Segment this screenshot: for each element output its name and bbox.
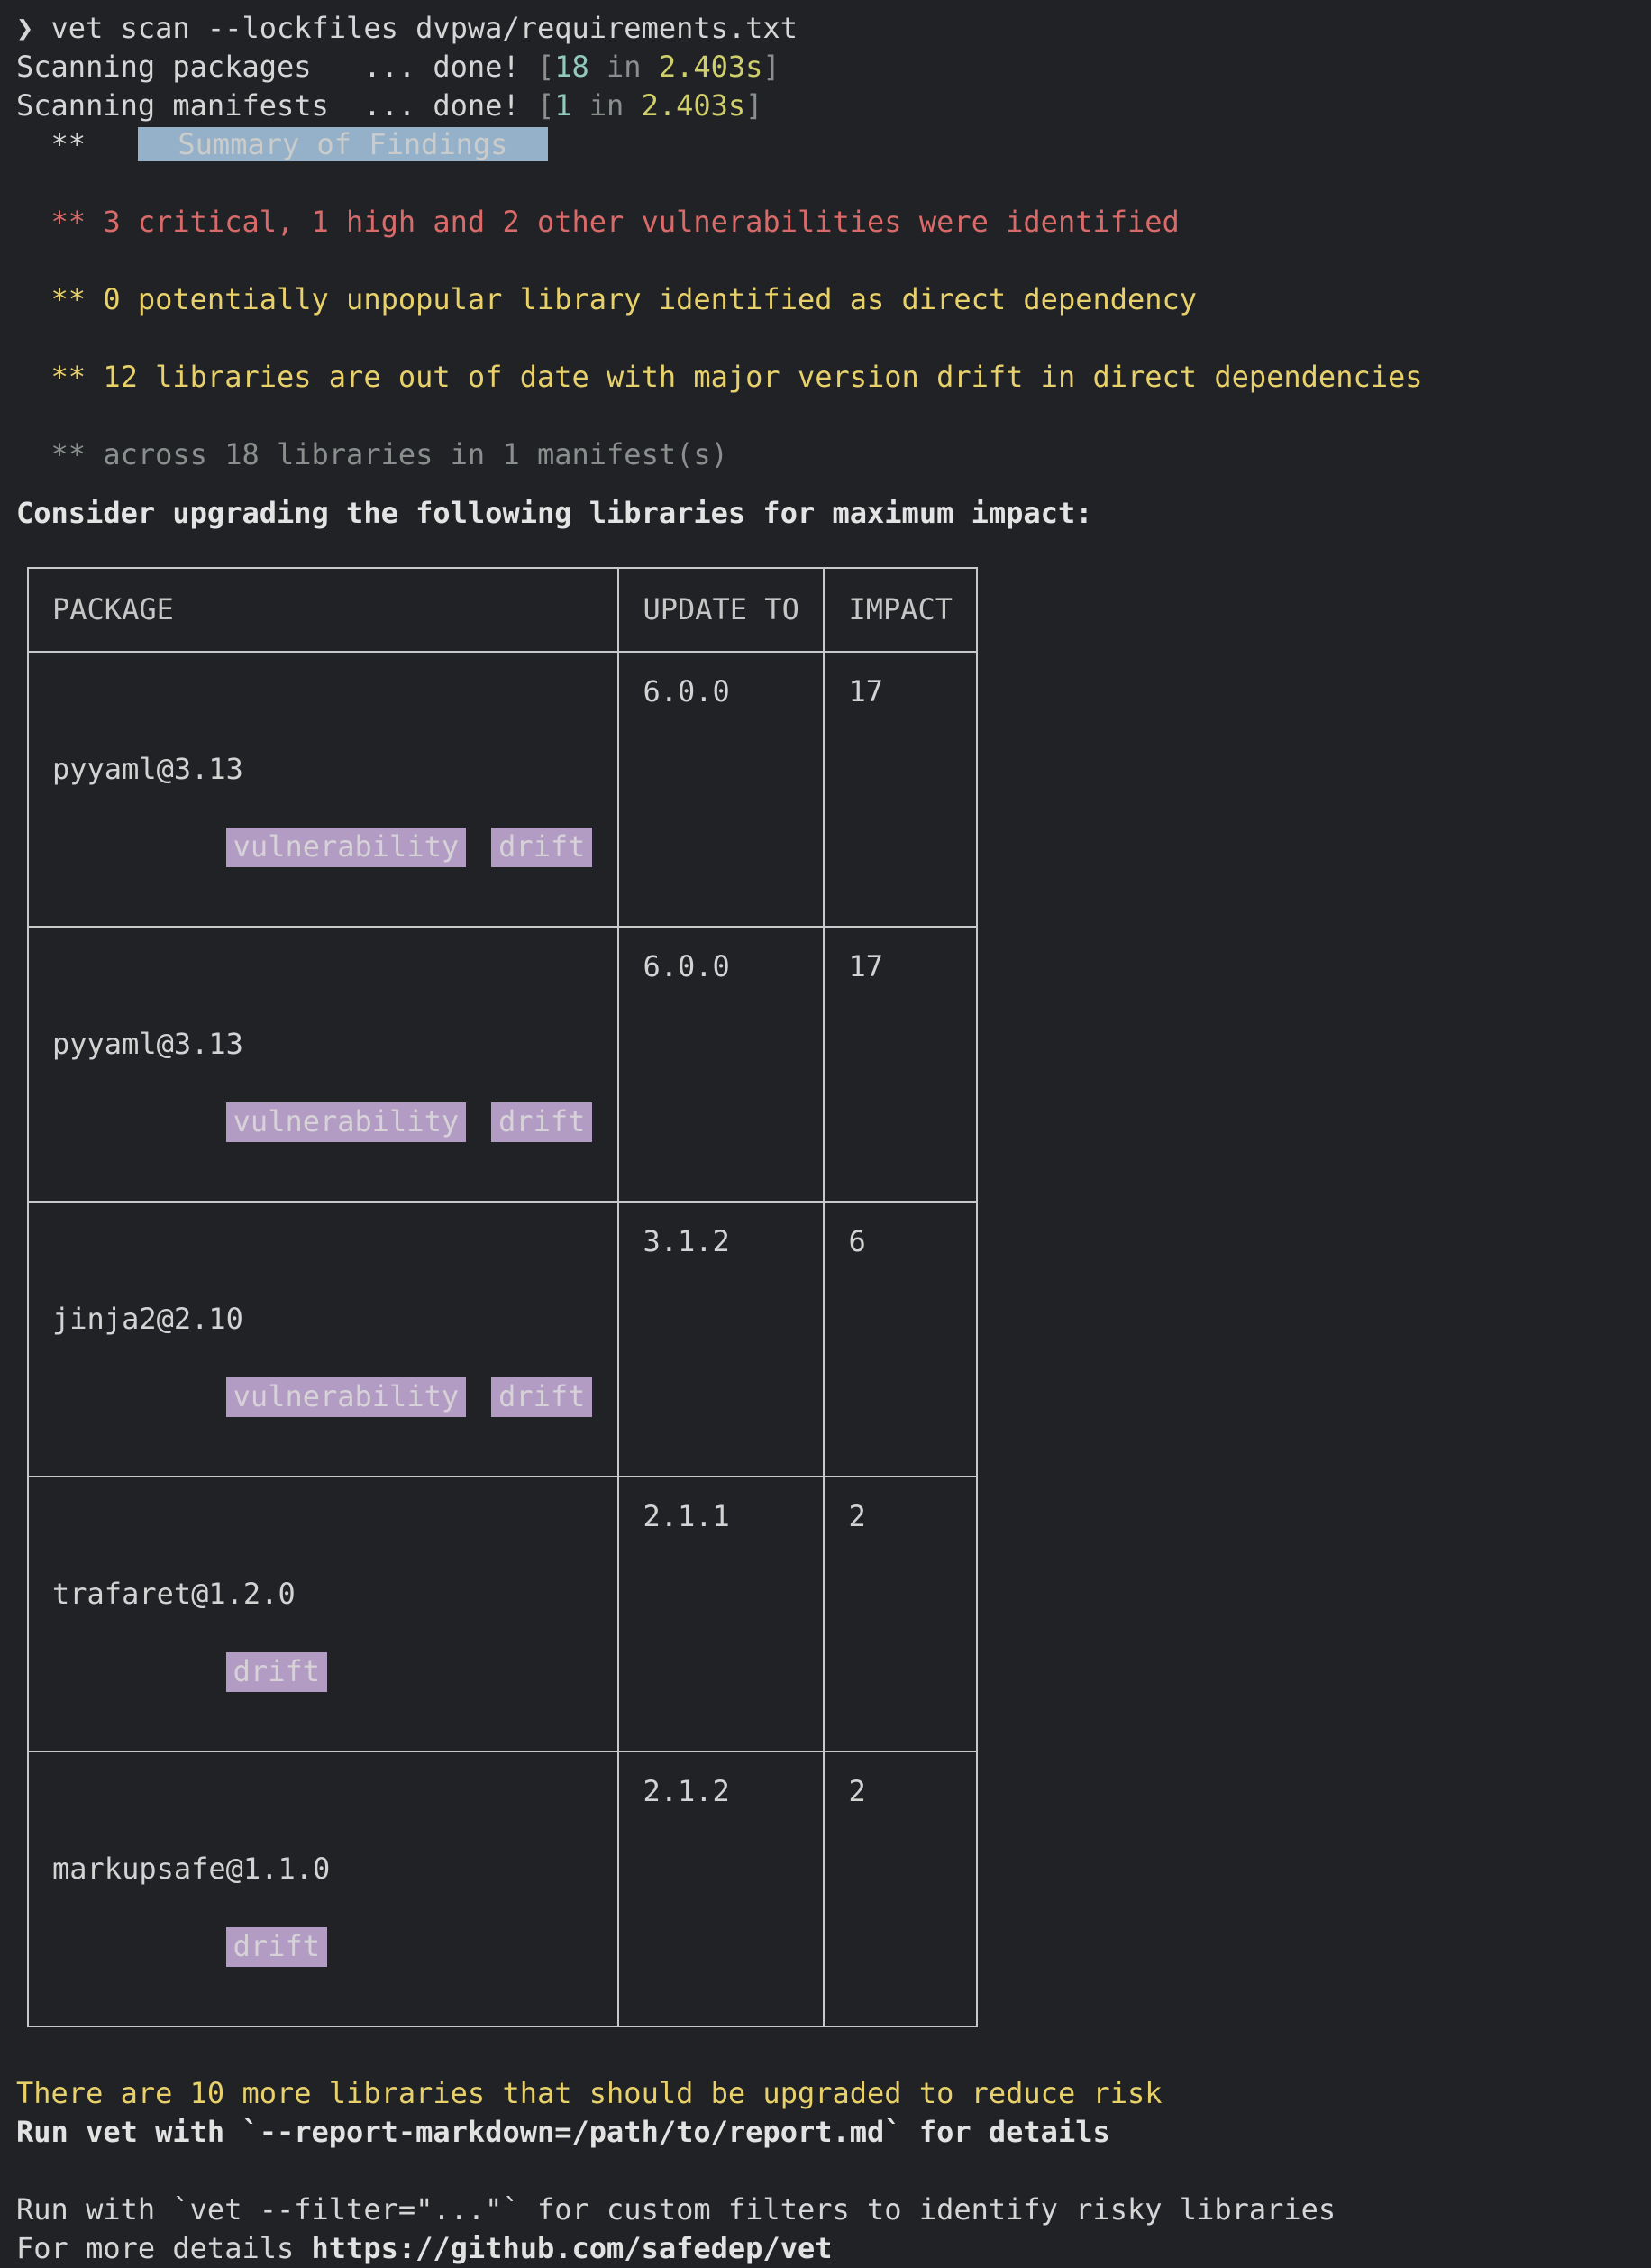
cell-package: pyyaml@3.13 vulnerability drift	[28, 652, 618, 927]
tag-vulnerability: vulnerability	[226, 828, 466, 867]
package-tags: vulnerabilitydrift	[226, 1379, 618, 1413]
cell-update-to: 3.1.2	[618, 1202, 824, 1477]
summary-marker: **	[51, 127, 87, 161]
upgrade-table: PACKAGE UPDATE TO IMPACT pyyaml@3.13 vul…	[27, 567, 978, 2027]
tag-drift: drift	[491, 1102, 592, 1142]
package-tags: drift	[226, 1929, 352, 1963]
cell-impact: 2	[824, 1751, 977, 2026]
cell-package: pyyaml@3.13 vulnerability drift	[28, 927, 618, 1202]
spacer	[16, 319, 1651, 358]
table-row: pyyaml@3.13 vulnerability drift 6.0.0 17	[28, 927, 977, 1202]
scan-line-manifests: Scanning manifests ... done! [1 in 2.403…	[16, 87, 1651, 125]
cell-impact: 17	[824, 652, 977, 927]
package-tags: vulnerability drift	[226, 829, 618, 864]
finding-unpopular-library: ** 0 potentially unpopular library ident…	[16, 280, 1651, 319]
package-name: pyyaml@3.13	[52, 1025, 617, 1064]
scan-label: Scanning manifests ... done!	[16, 88, 537, 123]
terminal-output: ❯ vet scan --lockfiles dvpwa/requirement…	[0, 0, 1651, 533]
cell-update-to: 2.1.2	[618, 1751, 824, 2026]
finding-marker: **	[51, 437, 87, 471]
finding-text: 3 critical, 1 high and 2 other vulnerabi…	[86, 205, 1180, 239]
package-tags: vulnerability drift	[226, 1104, 618, 1139]
summary-title: Summary of Findings	[138, 127, 548, 161]
package-name: markupsafe@1.1.0	[52, 1850, 617, 1888]
table-row: trafaret@1.2.0 drift 2.1.1 2	[28, 1477, 977, 1751]
table-row: jinja2@2.10 vulnerabilitydrift 3.1.2 6	[28, 1202, 977, 1477]
scan-duration: 2.403s	[659, 50, 763, 84]
command-line: ❯ vet scan --lockfiles dvpwa/requirement…	[16, 9, 1651, 48]
spacer	[16, 2152, 1651, 2190]
tag-drift: drift	[226, 1927, 327, 1967]
finding-marker: **	[51, 282, 87, 316]
tag-drift: drift	[491, 1377, 592, 1417]
package-tags: drift	[226, 1654, 352, 1688]
bracket-open: [	[537, 88, 554, 123]
scan-count: 18	[554, 50, 589, 84]
scan-count: 1	[554, 88, 571, 123]
bracket-open: [	[537, 50, 554, 84]
finding-marker: **	[51, 205, 87, 239]
tag-drift: drift	[226, 1652, 327, 1692]
finding-text: 0 potentially unpopular library identifi…	[86, 282, 1197, 316]
package-name: pyyaml@3.13	[52, 750, 617, 789]
spacer	[16, 164, 1651, 203]
cell-update-to: 2.1.1	[618, 1477, 824, 1751]
spacer	[16, 397, 1651, 435]
cell-package: jinja2@2.10 vulnerabilitydrift	[28, 1202, 618, 1477]
scan-duration: 2.403s	[642, 88, 746, 123]
scan-label: Scanning packages ... done!	[16, 50, 537, 84]
finding-text: 12 libraries are out of date with major …	[86, 360, 1422, 394]
finding-text: across 18 libraries in 1 manifest(s)	[86, 437, 728, 471]
spacer	[16, 474, 1651, 494]
prompt-symbol: ❯	[16, 11, 33, 45]
summary-of-findings-header: ** Summary of Findings	[16, 125, 1651, 164]
consider-upgrading-heading: Consider upgrading the following librari…	[16, 494, 1651, 533]
finding-vulnerabilities: ** 3 critical, 1 high and 2 other vulner…	[16, 203, 1651, 242]
cell-impact: 2	[824, 1477, 977, 1751]
scan-line-packages: Scanning packages ... done! [18 in 2.403…	[16, 48, 1651, 87]
scan-in-word: in	[589, 50, 659, 84]
cell-package: trafaret@1.2.0 drift	[28, 1477, 618, 1751]
footer-more-details: For more details https://github.com/safe…	[16, 2229, 1651, 2268]
spacer	[16, 242, 1651, 280]
column-header-package: PACKAGE	[28, 568, 618, 652]
bracket-close: ]	[745, 88, 762, 123]
column-header-impact: IMPACT	[824, 568, 977, 652]
package-name: jinja2@2.10	[52, 1300, 617, 1339]
tag-vulnerability: vulnerability	[226, 1102, 466, 1142]
cell-update-to: 6.0.0	[618, 927, 824, 1202]
cell-impact: 6	[824, 1202, 977, 1477]
finding-version-drift: ** 12 libraries are out of date with maj…	[16, 358, 1651, 397]
footer-more-libraries: There are 10 more libraries that should …	[16, 2074, 1651, 2113]
column-header-update-to: UPDATE TO	[618, 568, 824, 652]
table-row: pyyaml@3.13 vulnerability drift 6.0.0 17	[28, 652, 977, 927]
tag-vulnerability: vulnerability	[226, 1377, 466, 1417]
footer-github-url: https://github.com/safedep/vet	[312, 2231, 833, 2265]
upgrade-table-wrapper: PACKAGE UPDATE TO IMPACT pyyaml@3.13 vul…	[0, 533, 1651, 2027]
table-row: markupsafe@1.1.0 drift 2.1.2 2	[28, 1751, 977, 2026]
footer-run-filter: Run with `vet --filter="..."` for custom…	[16, 2190, 1651, 2229]
finding-across-libraries: ** across 18 libraries in 1 manifest(s)	[16, 435, 1651, 474]
tag-drift: drift	[491, 828, 592, 867]
bracket-close: ]	[762, 50, 780, 84]
cell-update-to: 6.0.0	[618, 652, 824, 927]
footer-more-details-prefix: For more details	[16, 2231, 312, 2265]
command-text: vet scan --lockfiles dvpwa/requirements.…	[51, 11, 798, 45]
scan-in-word: in	[572, 88, 642, 123]
cell-package: markupsafe@1.1.0 drift	[28, 1751, 618, 2026]
table-header-row: PACKAGE UPDATE TO IMPACT	[28, 568, 977, 652]
finding-marker: **	[51, 360, 87, 394]
footer-run-report: Run vet with `--report-markdown=/path/to…	[16, 2113, 1651, 2152]
package-name: trafaret@1.2.0	[52, 1575, 617, 1614]
cell-impact: 17	[824, 927, 977, 1202]
footer-messages: There are 10 more libraries that should …	[0, 2027, 1651, 2268]
